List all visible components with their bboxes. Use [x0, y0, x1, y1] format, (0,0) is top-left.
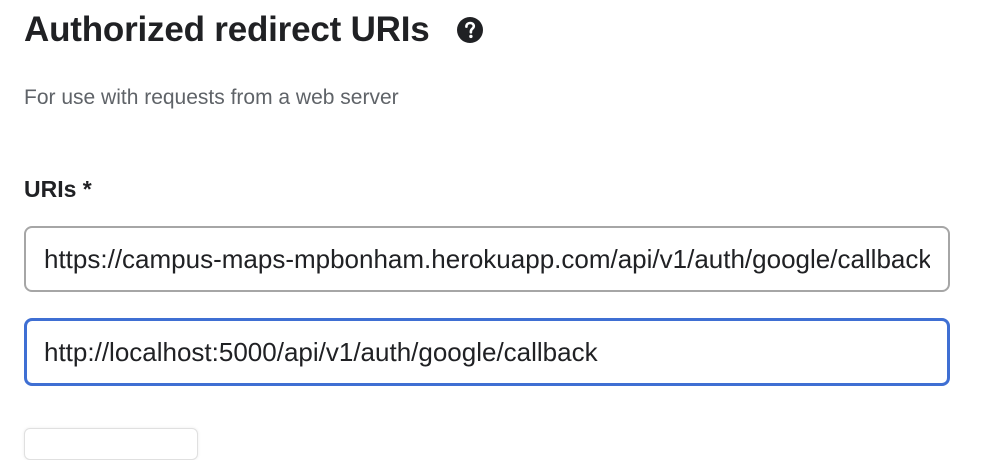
section-heading: Authorized redirect URIs	[24, 8, 484, 52]
uri-input-1[interactable]	[24, 226, 950, 292]
uris-label: URIs *	[24, 176, 92, 202]
page-title: Authorized redirect URIs	[24, 10, 430, 49]
redirect-uris-section: Authorized redirect URIs For use with re…	[0, 0, 992, 460]
uri-input-2[interactable]	[24, 318, 950, 386]
help-circle-icon[interactable]	[456, 16, 484, 44]
section-subtitle: For use with requests from a web server	[24, 86, 399, 109]
add-uri-button[interactable]	[24, 428, 198, 460]
